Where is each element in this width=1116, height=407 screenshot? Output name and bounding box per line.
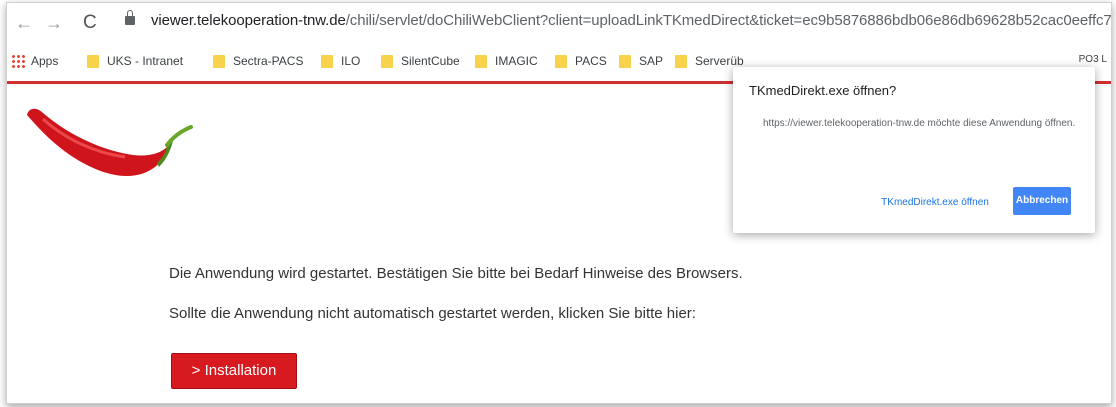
url-host: viewer.telekooperation-tnw.de [151, 12, 346, 29]
apps-label: Apps [31, 54, 59, 68]
bookmark-label: ILO [341, 54, 361, 68]
folder-icon [475, 55, 487, 68]
folder-icon [87, 55, 99, 68]
lock-icon[interactable] [125, 10, 135, 25]
fallback-message: Sollte die Anwendung nicht automatisch g… [169, 305, 696, 322]
back-arrow-icon[interactable]: ← [15, 13, 33, 34]
bookmark-serverub[interactable]: Serverüb [675, 54, 744, 68]
folder-icon [555, 55, 567, 68]
reload-icon[interactable]: C [83, 12, 97, 34]
folder-icon [675, 55, 687, 68]
forward-arrow-icon[interactable]: → [45, 13, 63, 34]
folder-icon [321, 55, 333, 68]
address-bar-row: ← → C viewer.telekooperation-tnw.de/chil… [7, 3, 1111, 45]
bookmark-label: Sectra-PACS [233, 54, 304, 68]
url-path: /chili/servlet/doChiliWebClient?client=u… [345, 12, 1112, 29]
bookmark-sap[interactable]: SAP [619, 54, 663, 68]
chili-logo [27, 108, 193, 176]
bookmark-label: SilentCube [401, 54, 460, 68]
bookmark-label: PACS [575, 54, 607, 68]
bookmark-sectra-pacs[interactable]: Sectra-PACS [213, 54, 303, 68]
open-app-dialog: TKmedDirekt.exe öffnen? https://viewer.t… [733, 67, 1095, 233]
cancel-button[interactable]: Abbrechen [1013, 187, 1071, 215]
apps-grid-icon [11, 54, 25, 68]
bookmark-ilo[interactable]: ILO [321, 54, 360, 68]
dialog-message: https://viewer.telekooperation-tnw.de mö… [763, 118, 1076, 129]
start-message: Die Anwendung wird gestartet. Bestätigen… [169, 265, 743, 282]
folder-icon [213, 55, 225, 68]
browser-window: ← → C viewer.telekooperation-tnw.de/chil… [6, 2, 1112, 404]
installation-button[interactable]: > Installation [171, 353, 297, 389]
bookmark-silentcube[interactable]: SilentCube [381, 54, 460, 68]
bookmark-pacs[interactable]: PACS [555, 54, 607, 68]
apps-bookmark[interactable]: Apps [11, 54, 58, 68]
url-field[interactable]: viewer.telekooperation-tnw.de/chili/serv… [151, 12, 1112, 29]
bookmark-label: SAP [639, 54, 664, 68]
bookmark-label: IMAGIC [495, 54, 538, 68]
bookmark-label: UKS - Intranet [107, 54, 184, 68]
folder-icon [381, 55, 393, 68]
bookmark-label: Serverüb [695, 54, 744, 68]
folder-icon [619, 55, 631, 68]
bookmark-imagic[interactable]: IMAGIC [475, 54, 538, 68]
open-app-button[interactable]: TKmedDirekt.exe öffnen [873, 189, 997, 217]
bookmark-overflow[interactable]: PO3 L [1079, 54, 1107, 65]
dialog-title: TKmedDirekt.exe öffnen? [749, 83, 897, 98]
bookmark-uks-intranet[interactable]: UKS - Intranet [87, 54, 183, 68]
